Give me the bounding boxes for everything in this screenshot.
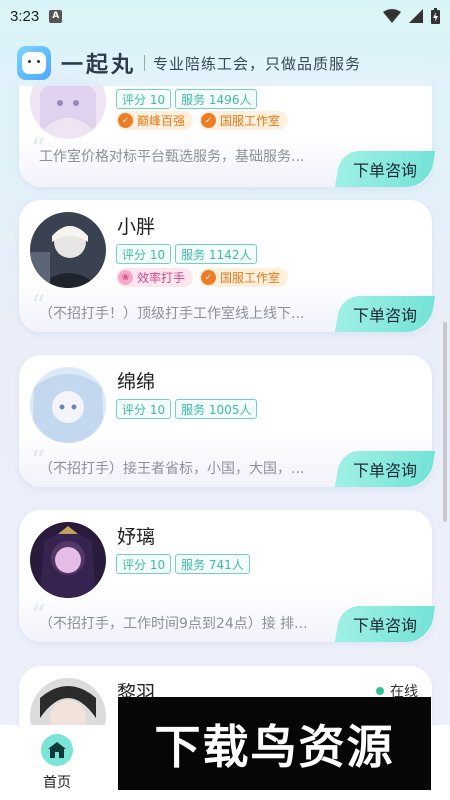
badge: ✓ 国服工作室 xyxy=(199,268,289,287)
avatar xyxy=(30,212,106,288)
nav-item-home[interactable]: 首页 xyxy=(27,734,87,792)
worker-card[interactable]: 妤璃 评分 10 服务 741人 “ （不招打手，工作时间9点到24点）接 排.… xyxy=(19,510,436,642)
app-logo xyxy=(17,46,51,80)
medal-icon: ❀ xyxy=(118,270,133,285)
order-consult-button[interactable]: 下单咨询 xyxy=(334,296,436,332)
order-consult-button[interactable]: 下单咨询 xyxy=(334,151,436,187)
badge-list: ✓ 巅峰百强 ✓ 国服工作室 xyxy=(116,111,289,130)
tag-list: 评分 10 服务 1496人 xyxy=(116,89,258,109)
badge-check-icon: ✓ xyxy=(118,113,133,128)
worker-name: 绵绵 xyxy=(117,371,156,393)
badge: ❀ 效率打手 xyxy=(116,268,194,287)
badge-list: ❀ 效率打手 ✓ 国服工作室 xyxy=(116,268,289,287)
avatar xyxy=(30,367,106,443)
rating-tag: 评分 10 xyxy=(116,554,172,574)
scrollbar[interactable] xyxy=(443,322,447,522)
badge-check-icon: ✓ xyxy=(201,270,217,285)
badge-check-icon: ✓ xyxy=(201,113,217,128)
order-consult-button[interactable]: 下单咨询 xyxy=(334,606,436,642)
header-divider xyxy=(144,55,146,71)
rating-tag: 评分 10 xyxy=(116,244,172,264)
rating-tag: 评分 10 xyxy=(116,89,172,109)
badge: ✓ 国服工作室 xyxy=(199,111,289,130)
worker-list[interactable]: 评分 10 服务 1496人 ✓ 巅峰百强 ✓ 国服工作室 “ 工作室价格对标平台甄… xyxy=(0,0,450,725)
home-icon xyxy=(41,734,73,766)
service-count-tag: 服务 741人 xyxy=(175,554,250,574)
service-count-tag: 服务 1005人 xyxy=(175,399,258,419)
badge: ✓ 巅峰百强 xyxy=(116,111,194,130)
watermark-overlay: 下载鸟资源 xyxy=(118,697,431,790)
worker-name: 小胖 xyxy=(117,216,156,238)
worker-description: （不招打手）接王者省标，小国，大国，... xyxy=(39,461,305,477)
service-count-tag: 服务 1496人 xyxy=(175,89,258,109)
app-header: 一起丸 专业陪练工会，只做品质服务 xyxy=(0,40,450,86)
rating-tag: 评分 10 xyxy=(116,399,172,419)
worker-card[interactable]: 绵绵 评分 10 服务 1005人 “ （不招打手）接王者省标，小国，大国，..… xyxy=(19,355,436,487)
worker-name: 妤璃 xyxy=(117,526,156,548)
avatar xyxy=(30,678,106,725)
tag-list: 评分 10 服务 741人 xyxy=(116,554,250,574)
tag-list: 评分 10 服务 1005人 xyxy=(116,399,258,419)
tag-list: 评分 10 服务 1142人 xyxy=(116,244,258,264)
nav-label: 首页 xyxy=(43,775,71,791)
worker-description: （不招打手，工作时间9点到24点）接 排... xyxy=(39,616,308,632)
worker-description: 工作室价格对标平台甄选服务，基础服务... xyxy=(39,149,305,165)
watermark-text: 下载鸟资源 xyxy=(154,719,395,774)
app-name: 一起丸 xyxy=(61,53,137,78)
order-consult-button[interactable]: 下单咨询 xyxy=(334,451,436,487)
worker-card[interactable]: 小胖 评分 10 服务 1142人 ❀ 效率打手 ✓ 国服工作室 “ （不招打手！）… xyxy=(19,200,436,332)
online-dot-icon xyxy=(376,687,384,695)
app-slogan: 专业陪练工会，只做品质服务 xyxy=(153,54,362,73)
avatar xyxy=(30,522,106,598)
worker-description: （不招打手！）顶级打手工作室线上线下... xyxy=(39,306,305,322)
service-count-tag: 服务 1142人 xyxy=(175,244,258,264)
